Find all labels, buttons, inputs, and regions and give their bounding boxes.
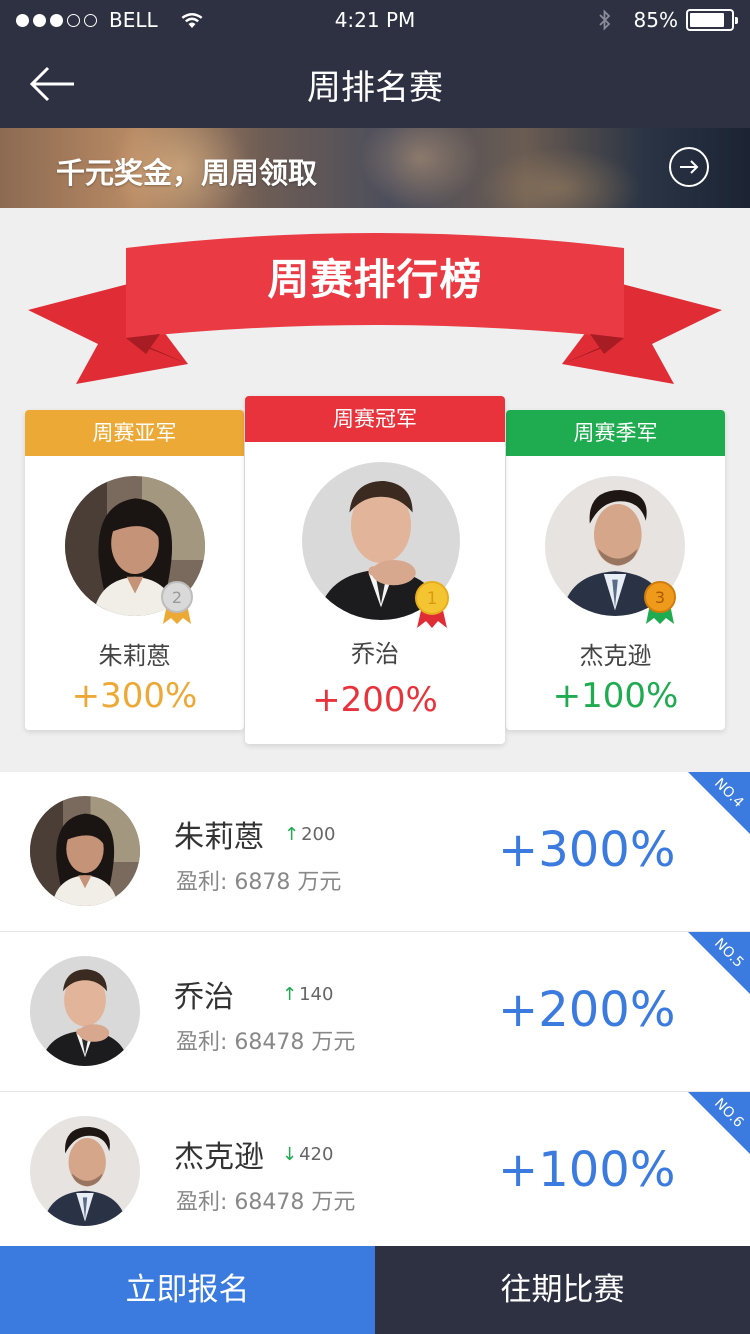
podium-name: 乔治 bbox=[351, 640, 399, 668]
battery-icon bbox=[686, 9, 738, 31]
past-matches-button[interactable]: 往期比赛 bbox=[375, 1246, 750, 1334]
podium-label: 周赛冠军 bbox=[245, 396, 505, 442]
profit-text: 盈利: 68478 万元 bbox=[176, 1024, 355, 1056]
profit-label: 盈利: bbox=[176, 870, 228, 895]
podium-card-first[interactable]: 周赛冠军 1 乔治 +200% bbox=[245, 396, 505, 744]
rank-change: ↑ 140 bbox=[282, 984, 333, 1005]
player-name: 杰克逊 bbox=[174, 1140, 264, 1175]
podium-card-second[interactable]: 周赛亚军 2 朱莉蒽 +300% bbox=[25, 410, 244, 730]
podium-percent: +300% bbox=[71, 676, 198, 716]
battery-fill bbox=[690, 13, 724, 27]
rank-change-value: 140 bbox=[299, 984, 334, 1005]
promo-banner[interactable]: 千元奖金，周周领取 bbox=[0, 128, 750, 208]
player-name: 乔治 bbox=[174, 980, 234, 1015]
podium-percent: +100% bbox=[552, 676, 679, 716]
medal-number: 3 bbox=[655, 588, 665, 607]
rank-change: ↑ 200 bbox=[284, 824, 335, 845]
banner-text: 千元奖金，周周领取 bbox=[56, 156, 318, 190]
profit-text: 盈利: 6878 万元 bbox=[176, 864, 341, 896]
rank-change-value: 420 bbox=[299, 1144, 334, 1165]
podium-name: 杰克逊 bbox=[579, 642, 652, 670]
arrow-up-icon: ↑ bbox=[282, 984, 298, 1005]
bronze-medal-icon: 3 bbox=[644, 581, 676, 624]
status-bar: BELL 4:21 PM 85% bbox=[0, 0, 750, 40]
player-percent: +300% bbox=[498, 822, 676, 878]
player-name: 朱莉蒽 bbox=[174, 820, 264, 855]
list-item[interactable]: 杰克逊 ↓ 420 盈利: 68478 万元 +100% NO.6 bbox=[0, 1092, 750, 1252]
player-percent: +200% bbox=[498, 982, 676, 1038]
avatar bbox=[30, 1116, 140, 1226]
list-item[interactable]: 朱莉蒽 ↑ 200 盈利: 6878 万元 +300% NO.4 bbox=[0, 772, 750, 932]
silver-medal-icon: 2 bbox=[161, 581, 193, 624]
player-percent: +100% bbox=[498, 1142, 676, 1198]
rank-change-value: 200 bbox=[301, 824, 336, 845]
page-title: 周排名赛 bbox=[307, 68, 443, 108]
profit-value: 6878 万元 bbox=[234, 870, 342, 895]
ribbon-title: 周赛排行榜 bbox=[267, 255, 483, 304]
podium-label: 周赛亚军 bbox=[25, 410, 244, 456]
medal-number: 1 bbox=[427, 589, 438, 609]
avatar-image bbox=[30, 956, 140, 1066]
podium-label: 周赛季军 bbox=[506, 410, 725, 456]
bottom-action-bar: 立即报名 往期比赛 bbox=[0, 1246, 750, 1334]
rank-corner-badge: NO.6 bbox=[688, 1092, 750, 1154]
avatar-image bbox=[30, 1116, 140, 1226]
signup-button[interactable]: 立即报名 bbox=[0, 1246, 375, 1334]
header: BELL 4:21 PM 85% 周排名赛 bbox=[0, 0, 750, 128]
medal-number: 2 bbox=[172, 588, 182, 607]
avatar bbox=[30, 956, 140, 1066]
profit-text: 盈利: 68478 万元 bbox=[176, 1184, 355, 1216]
rank-corner-badge: NO.5 bbox=[688, 932, 750, 994]
profit-value: 68478 万元 bbox=[234, 1190, 356, 1215]
arrow-right-circle-icon[interactable] bbox=[668, 146, 710, 188]
arrow-down-icon: ↓ bbox=[282, 1144, 298, 1165]
profit-label: 盈利: bbox=[176, 1030, 228, 1055]
battery-percent: 85% bbox=[633, 8, 678, 32]
podium-name: 朱莉蒽 bbox=[98, 642, 171, 670]
avatar bbox=[30, 796, 140, 906]
profit-label: 盈利: bbox=[176, 1190, 228, 1215]
bluetooth-icon bbox=[598, 9, 610, 31]
podium-card-third[interactable]: 周赛季军 3 杰克逊 +100% bbox=[506, 410, 725, 730]
rank-change: ↓ 420 bbox=[282, 1144, 333, 1165]
battery-area: 85% bbox=[598, 8, 738, 32]
avatar-image bbox=[30, 796, 140, 906]
profit-value: 68478 万元 bbox=[234, 1030, 356, 1055]
arrow-up-icon: ↑ bbox=[284, 824, 300, 845]
rank-corner-badge: NO.4 bbox=[688, 772, 750, 834]
podium-percent: +200% bbox=[312, 680, 438, 720]
list-item[interactable]: 乔治 ↑ 140 盈利: 68478 万元 +200% NO.5 bbox=[0, 932, 750, 1092]
gold-medal-icon: 1 bbox=[415, 581, 449, 628]
